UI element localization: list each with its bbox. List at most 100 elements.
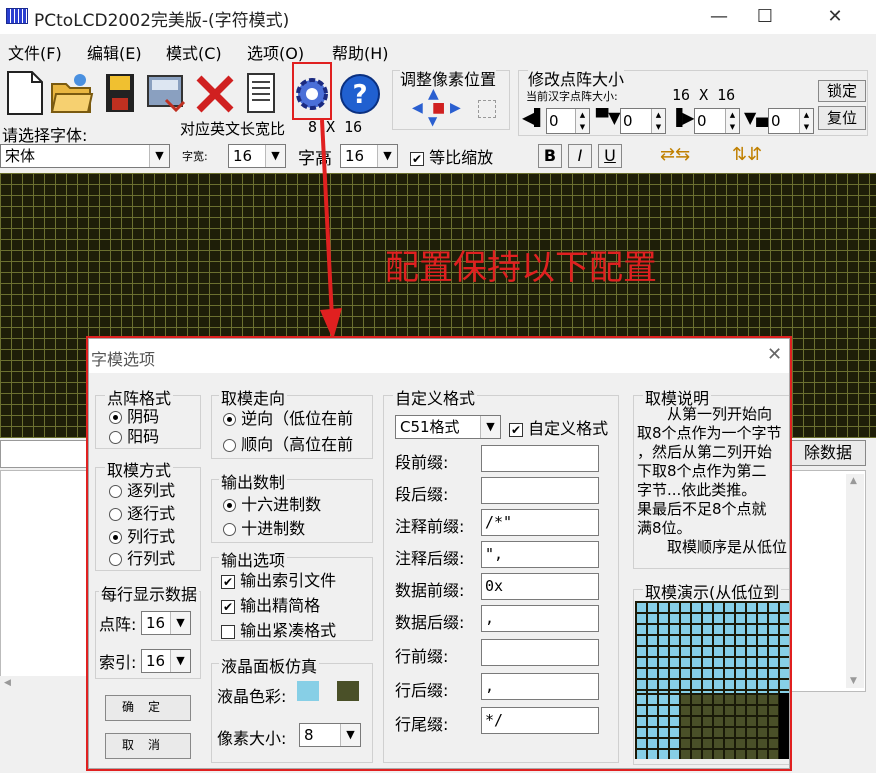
lcd-color-label: 液晶色彩: [217, 687, 287, 706]
field-data-suffix[interactable]: , [481, 605, 599, 632]
menu-file[interactable]: 文件(F) [8, 40, 62, 64]
current-size-label: 当前汉字点阵大小: [526, 90, 618, 103]
app-window: PCtoLCD2002完美版-(字符模式) — ☐ ✕ 文件(F) 编辑(E) … [0, 0, 876, 773]
delete-icon[interactable] [193, 70, 237, 116]
field-comment-suffix[interactable]: ", [481, 541, 599, 568]
field-line-suffix[interactable]: , [481, 673, 599, 700]
field-label-data-prefix: 数据前缀: [395, 581, 465, 600]
window-title: PCtoLCD2002完美版-(字符模式) [34, 11, 290, 31]
keep-ratio-checkbox[interactable]: ✔ 等比缩放 [410, 144, 493, 168]
menu-help[interactable]: 帮助(H) [332, 40, 389, 64]
custom-format-label: 自定义格式 [393, 385, 478, 409]
spin-bottom[interactable]: 0 ▲ ▼ [768, 108, 814, 134]
menu-mode[interactable]: 模式(C) [166, 40, 222, 64]
radio-reverse[interactable]: 逆向（低位在前 [223, 405, 353, 429]
field-seg-prefix[interactable] [481, 445, 599, 472]
input-box[interactable] [0, 440, 88, 468]
radio-icon [223, 413, 236, 426]
minimize-button[interactable]: — [696, 0, 742, 34]
shrink-right-icon: ▐▶ [670, 108, 695, 127]
radio-decimal[interactable]: 十进制数 [223, 515, 305, 539]
lock-button[interactable]: 锁定 [818, 80, 866, 102]
char-width-label: 字宽: [182, 150, 208, 163]
save-icon[interactable] [98, 70, 142, 116]
output-area[interactable] [0, 470, 88, 690]
radio-icon [109, 485, 122, 498]
format-select[interactable]: C51格式 ▼ [395, 415, 501, 439]
bold-button[interactable]: B [538, 144, 562, 168]
lcd-color-off-swatch[interactable] [337, 681, 359, 701]
scan-desc-text: 从第一列开始向 取8个点作为一个字节 ，然后从第二列开始 下取8个点作为第二 字节...… [637, 405, 788, 556]
title-bar: PCtoLCD2002完美版-(字符模式) — ☐ ✕ [0, 0, 876, 34]
field-line-end[interactable]: */ [481, 707, 599, 734]
pixel-size-select[interactable]: 8 ▼ [299, 723, 361, 747]
spin-left[interactable]: 0 ▲ ▼ [546, 108, 590, 134]
radio-icon [109, 431, 122, 444]
font-select[interactable]: 宋体 ▼ [0, 144, 170, 168]
menu-edit[interactable]: 编辑(E) [87, 40, 142, 64]
hscroll-left-icon[interactable]: ◀ [0, 676, 88, 692]
field-comment-prefix[interactable]: /*" [481, 509, 599, 536]
radio-by-row[interactable]: 逐行式 [109, 500, 175, 524]
chk-index-file[interactable]: ✔ 输出索引文件 [221, 567, 336, 591]
cancel-button[interactable]: 取消 [105, 733, 191, 759]
radio-row-column[interactable]: 行列式 [109, 545, 175, 569]
reset-button[interactable]: 复位 [818, 106, 866, 130]
per-row-index-label: 索引: [99, 653, 137, 672]
scan-demo-dark-cells [679, 693, 781, 759]
per-row-dot-select[interactable]: 16 ▼ [141, 611, 191, 635]
field-label-line-prefix: 行前缀: [395, 647, 449, 666]
maximize-button[interactable]: ☐ [742, 0, 788, 34]
field-label-comment-prefix: 注释前缀: [395, 517, 465, 536]
close-button[interactable]: ✕ [812, 0, 858, 34]
field-seg-suffix[interactable] [481, 477, 599, 504]
flip-icon[interactable]: ⇅⇵ [732, 144, 762, 165]
field-label-seg-suffix: 段后缀: [395, 485, 449, 504]
scrollbar[interactable]: ▲ ▼ [846, 474, 864, 688]
checkbox-icon: ✔ [221, 574, 235, 589]
menu-options[interactable]: 选项(O) [247, 40, 304, 64]
scan-demo-cursor [779, 693, 789, 759]
save-as-icon[interactable] [144, 70, 188, 116]
font-options-dialog: 字模选项 ✕ 点阵格式 阴码 阳码 取模方式 逐列式 逐行式 列行式 行列式 每… [88, 338, 790, 769]
shrink-bottom-icon: ▼▄ [744, 108, 769, 127]
chk-compact-format[interactable]: ✔ 输出精简格 [221, 592, 320, 616]
field-line-prefix[interactable] [481, 639, 599, 666]
move-right-icon[interactable]: ▶ [450, 100, 461, 116]
move-down-icon[interactable]: ▼ [428, 114, 437, 128]
radio-icon [109, 531, 122, 544]
radio-icon [223, 439, 236, 452]
spin-right[interactable]: 0 ▲ ▼ [694, 108, 740, 134]
field-label-line-end: 行尾缀: [395, 715, 449, 734]
chk-custom-format[interactable]: ✔ 自定义格式 [509, 415, 608, 439]
new-file-icon[interactable] [4, 70, 48, 116]
per-row-index-select[interactable]: 16 ▼ [141, 649, 191, 673]
current-size-value: 16 X 16 [672, 86, 736, 104]
move-left-icon[interactable]: ◀ [412, 100, 423, 116]
dialog-title-bar: 字模选项 ✕ [89, 339, 789, 373]
lcd-color-on-swatch[interactable] [297, 681, 319, 701]
radio-forward[interactable]: 顺向（高位在前 [223, 431, 353, 455]
chk-tight-format[interactable]: 输出紧凑格式 [221, 617, 336, 641]
radio-icon [223, 499, 236, 512]
italic-button[interactable]: I [568, 144, 592, 168]
pixel-frame-icon[interactable] [478, 100, 496, 118]
radio-column-row[interactable]: 列行式 [109, 523, 175, 547]
radio-positive[interactable]: 阳码 [109, 423, 159, 447]
radix-label: 输出数制 [219, 469, 288, 493]
radio-by-column[interactable]: 逐列式 [109, 477, 175, 501]
spin-top[interactable]: 0 ▲ ▼ [620, 108, 666, 134]
char-width-select[interactable]: 16 ▼ [228, 144, 286, 168]
checkbox-icon: ✔ [509, 422, 523, 437]
dialog-close-button[interactable]: ✕ [767, 344, 782, 365]
clear-data-button[interactable]: 除数据 [790, 440, 866, 466]
rotate-icon[interactable]: ⇄⇆ [660, 144, 690, 165]
field-data-prefix[interactable]: 0x [481, 573, 599, 600]
underline-button[interactable]: U [598, 144, 622, 168]
ok-button[interactable]: 确定 [105, 695, 191, 721]
radio-hex[interactable]: 十六进制数 [223, 491, 321, 515]
help-icon[interactable]: ? [338, 70, 382, 116]
pixel-size-label: 像素大小: [217, 729, 287, 748]
open-folder-icon[interactable] [50, 70, 94, 116]
notepad-icon[interactable] [240, 70, 284, 116]
